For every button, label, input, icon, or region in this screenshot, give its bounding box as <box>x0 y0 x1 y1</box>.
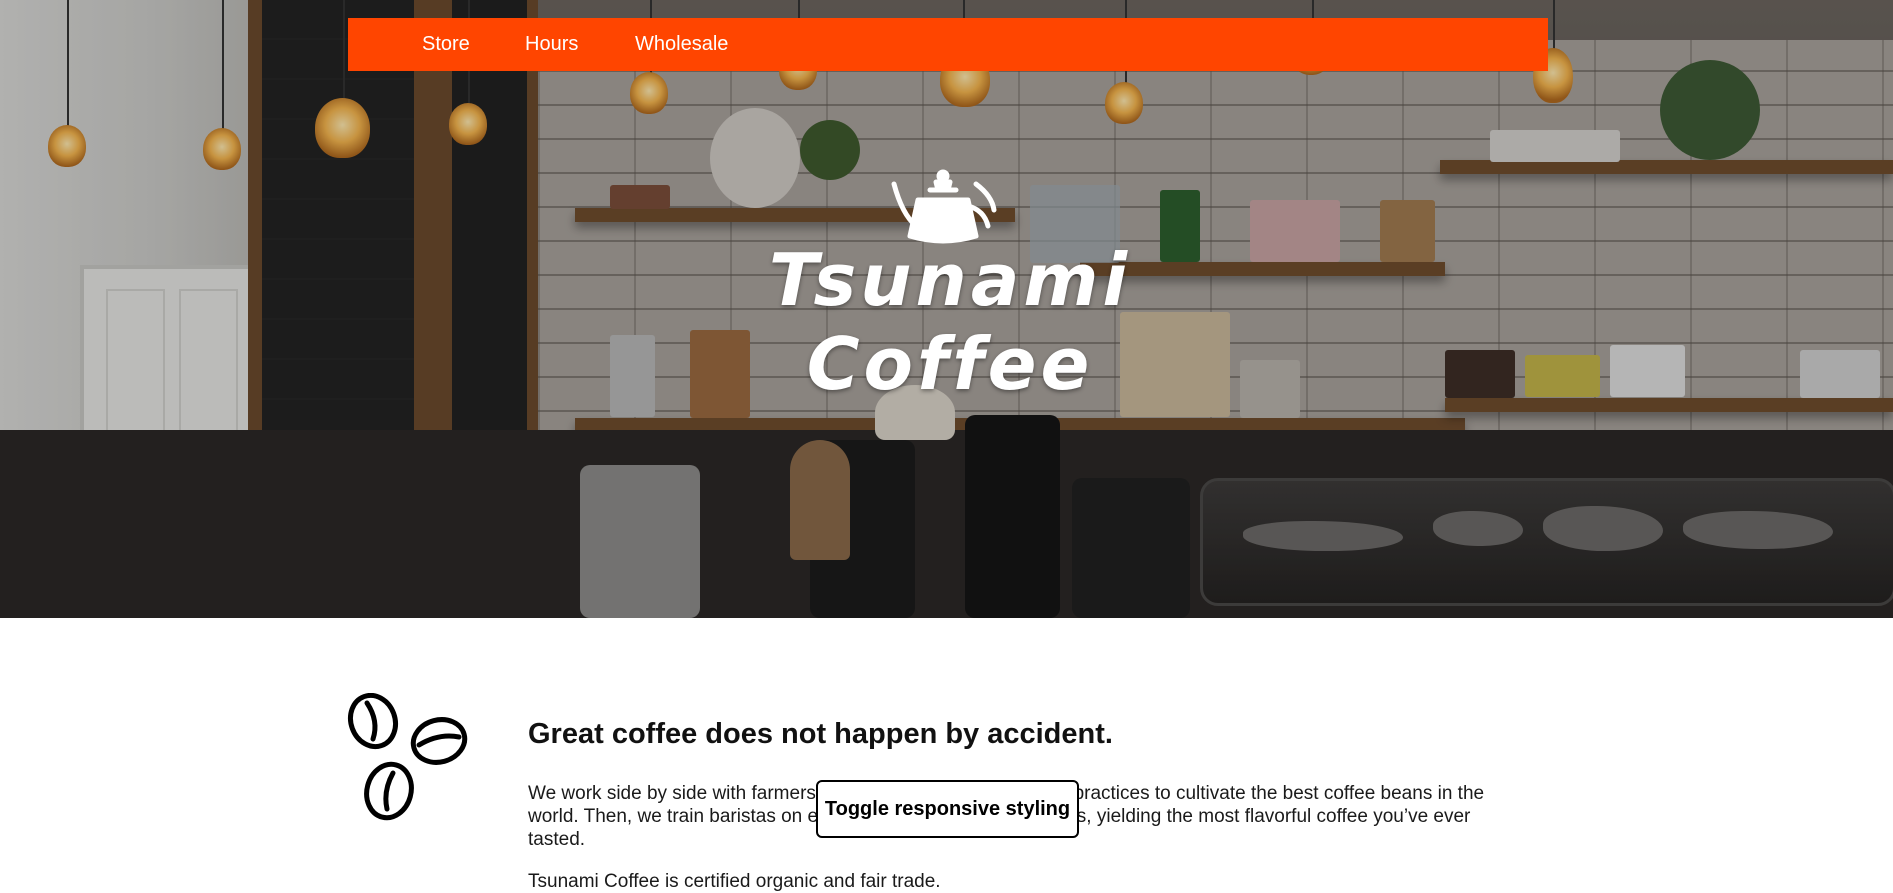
coffee-beans-icon <box>347 693 468 821</box>
brand-line-2: Coffee <box>806 322 1094 406</box>
brand-logo-text: Tsunami Coffee <box>760 238 1140 406</box>
kettle-icon <box>891 169 997 244</box>
nav-hours-link[interactable]: Hours <box>525 18 578 71</box>
nav-wholesale-link[interactable]: Wholesale <box>635 18 728 71</box>
brand-line-1: Tsunami <box>768 238 1132 322</box>
intro-headline: Great coffee does not happen by accident… <box>528 718 1113 750</box>
top-navbar: Store Hours Wholesale <box>348 18 1548 71</box>
intro-certification-text: Tsunami Coffee is certified organic and … <box>528 871 941 892</box>
toggle-responsive-button[interactable]: Toggle responsive styling <box>816 780 1079 838</box>
nav-store-link[interactable]: Store <box>422 18 470 71</box>
